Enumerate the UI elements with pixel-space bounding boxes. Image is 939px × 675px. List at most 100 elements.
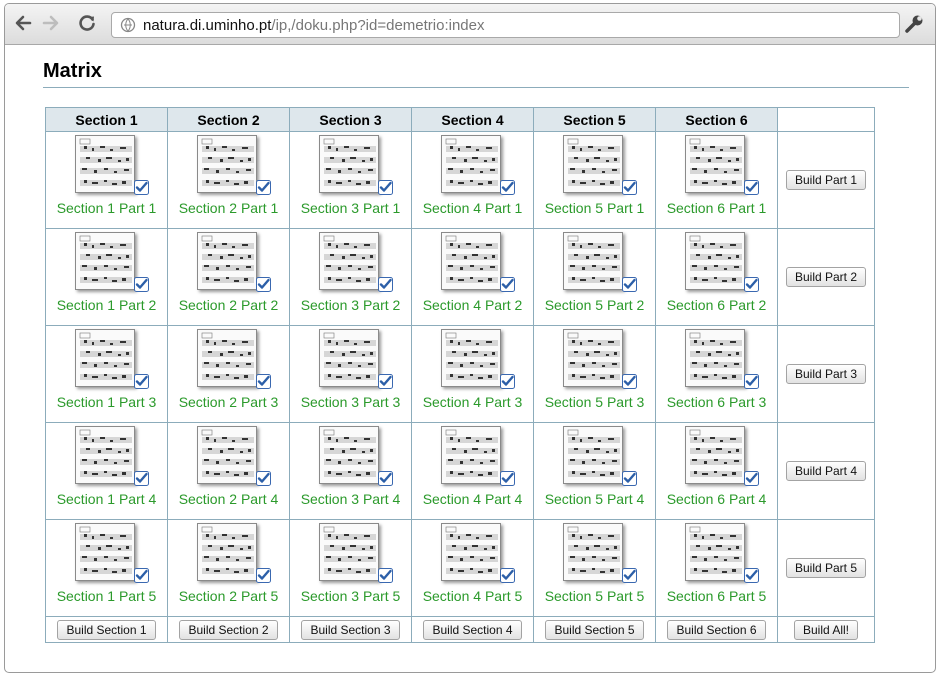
wrench-icon[interactable] xyxy=(903,13,925,35)
sheet-music-thumbnail[interactable] xyxy=(562,232,623,290)
part-link[interactable]: Section 6 Part 3 xyxy=(656,394,777,410)
part-link[interactable]: Section 4 Part 1 xyxy=(412,200,533,216)
sheet-music-thumbnail[interactable] xyxy=(318,135,379,193)
part-link[interactable]: Section 3 Part 2 xyxy=(290,297,411,313)
checkbox-checked-icon xyxy=(133,568,149,583)
part-link[interactable]: Section 4 Part 4 xyxy=(412,491,533,507)
part-link[interactable]: Section 5 Part 5 xyxy=(534,588,655,604)
address-bar[interactable]: natura.di.uminho.pt/ip,/doku.php?id=deme… xyxy=(111,12,900,38)
part-link[interactable]: Section 6 Part 1 xyxy=(656,200,777,216)
sheet-music-thumbnail[interactable] xyxy=(684,523,745,581)
part-link[interactable]: Section 1 Part 1 xyxy=(46,200,167,216)
sheet-music-thumbnail[interactable] xyxy=(562,426,623,484)
sheet-music-thumbnail[interactable] xyxy=(196,523,257,581)
sheet-music-thumbnail[interactable] xyxy=(196,232,257,290)
thumbnail-wrapper xyxy=(555,329,637,391)
sheet-music-thumbnail[interactable] xyxy=(74,135,135,193)
build-section-button[interactable]: Build Section 2 xyxy=(179,619,278,640)
build-part-button[interactable]: Build Part 4 xyxy=(785,461,867,481)
checkbox-checked-icon xyxy=(743,277,759,292)
part-link[interactable]: Section 2 Part 1 xyxy=(168,200,289,216)
sheet-music-thumbnail[interactable] xyxy=(440,329,501,387)
sheet-music-thumbnail[interactable] xyxy=(196,135,257,193)
build-part-cell: Build Part 1 xyxy=(777,131,875,229)
part-link[interactable]: Section 6 Part 5 xyxy=(656,588,777,604)
matrix-cell: Section 3 Part 4 xyxy=(289,422,412,520)
matrix-cell: Section 6 Part 4 xyxy=(655,422,778,520)
sheet-music-thumbnail[interactable] xyxy=(318,523,379,581)
sheet-music-thumbnail[interactable] xyxy=(318,232,379,290)
part-link[interactable]: Section 6 Part 4 xyxy=(656,491,777,507)
part-link[interactable]: Section 2 Part 4 xyxy=(168,491,289,507)
sheet-music-thumbnail[interactable] xyxy=(684,426,745,484)
part-link[interactable]: Section 5 Part 1 xyxy=(534,200,655,216)
part-link[interactable]: Section 6 Part 2 xyxy=(656,297,777,313)
sheet-music-thumbnail[interactable] xyxy=(440,232,501,290)
part-link[interactable]: Section 3 Part 5 xyxy=(290,588,411,604)
sheet-music-thumbnail[interactable] xyxy=(318,426,379,484)
part-link[interactable]: Section 3 Part 4 xyxy=(290,491,411,507)
build-section-button[interactable]: Build Section 3 xyxy=(301,619,400,640)
thumbnail-wrapper xyxy=(555,135,637,197)
matrix-cell: Section 3 Part 3 xyxy=(289,325,412,423)
thumbnail-wrapper xyxy=(677,523,759,585)
part-link[interactable]: Section 4 Part 5 xyxy=(412,588,533,604)
sheet-music-thumbnail[interactable] xyxy=(196,426,257,484)
column-header: Section 1 xyxy=(45,107,168,132)
sheet-music-thumbnail[interactable] xyxy=(562,329,623,387)
sheet-music-thumbnail[interactable] xyxy=(440,426,501,484)
part-link[interactable]: Section 3 Part 1 xyxy=(290,200,411,216)
sheet-music-thumbnail[interactable] xyxy=(74,426,135,484)
part-link[interactable]: Section 2 Part 3 xyxy=(168,394,289,410)
part-link[interactable]: Section 2 Part 2 xyxy=(168,297,289,313)
build-all-button[interactable]: Build All! xyxy=(793,619,859,640)
build-section-cell: Build Section 5 xyxy=(533,616,656,643)
part-link[interactable]: Section 3 Part 3 xyxy=(290,394,411,410)
build-section-button[interactable]: Build Section 5 xyxy=(545,619,644,640)
build-part-button[interactable]: Build Part 3 xyxy=(785,364,867,384)
build-section-button[interactable]: Build Section 1 xyxy=(57,619,156,640)
part-link[interactable]: Section 1 Part 2 xyxy=(46,297,167,313)
sheet-music-thumbnail[interactable] xyxy=(74,523,135,581)
build-section-button[interactable]: Build Section 6 xyxy=(667,619,766,640)
sheet-music-thumbnail[interactable] xyxy=(684,135,745,193)
sheet-music-thumbnail[interactable] xyxy=(684,329,745,387)
matrix-cell: Section 6 Part 2 xyxy=(655,228,778,326)
checkbox-checked-icon xyxy=(255,471,271,486)
checkbox-checked-icon xyxy=(133,180,149,195)
matrix-row: Section 1 Part 3 Section 2 Part 3 Sectio… xyxy=(45,325,875,423)
part-link[interactable]: Section 1 Part 4 xyxy=(46,491,167,507)
back-arrow-icon[interactable] xyxy=(11,11,35,35)
page-info-icon[interactable] xyxy=(120,17,136,33)
thumbnail-wrapper xyxy=(311,426,393,488)
build-part-button[interactable]: Build Part 5 xyxy=(785,558,867,578)
matrix-cell: Section 1 Part 2 xyxy=(45,228,168,326)
reload-icon[interactable] xyxy=(75,11,99,35)
sheet-music-thumbnail[interactable] xyxy=(562,523,623,581)
sheet-music-thumbnail[interactable] xyxy=(74,232,135,290)
forward-arrow-icon[interactable] xyxy=(39,11,63,35)
part-link[interactable]: Section 5 Part 4 xyxy=(534,491,655,507)
part-link[interactable]: Section 5 Part 2 xyxy=(534,297,655,313)
checkbox-checked-icon xyxy=(499,471,515,486)
build-part-button[interactable]: Build Part 1 xyxy=(785,170,867,190)
part-link[interactable]: Section 4 Part 3 xyxy=(412,394,533,410)
sheet-music-thumbnail[interactable] xyxy=(562,135,623,193)
part-link[interactable]: Section 5 Part 3 xyxy=(534,394,655,410)
part-link[interactable]: Section 1 Part 3 xyxy=(46,394,167,410)
sheet-music-thumbnail[interactable] xyxy=(440,523,501,581)
checkbox-checked-icon xyxy=(743,374,759,389)
sheet-music-thumbnail[interactable] xyxy=(318,329,379,387)
part-link[interactable]: Section 4 Part 2 xyxy=(412,297,533,313)
thumbnail-wrapper xyxy=(67,329,149,391)
part-link[interactable]: Section 2 Part 5 xyxy=(168,588,289,604)
matrix-cell: Section 1 Part 5 xyxy=(45,519,168,617)
sheet-music-thumbnail[interactable] xyxy=(196,329,257,387)
build-section-button[interactable]: Build Section 4 xyxy=(423,619,522,640)
sheet-music-thumbnail[interactable] xyxy=(684,232,745,290)
part-link[interactable]: Section 1 Part 5 xyxy=(46,588,167,604)
build-part-button[interactable]: Build Part 2 xyxy=(785,267,867,287)
thumbnail-wrapper xyxy=(189,426,271,488)
sheet-music-thumbnail[interactable] xyxy=(440,135,501,193)
sheet-music-thumbnail[interactable] xyxy=(74,329,135,387)
